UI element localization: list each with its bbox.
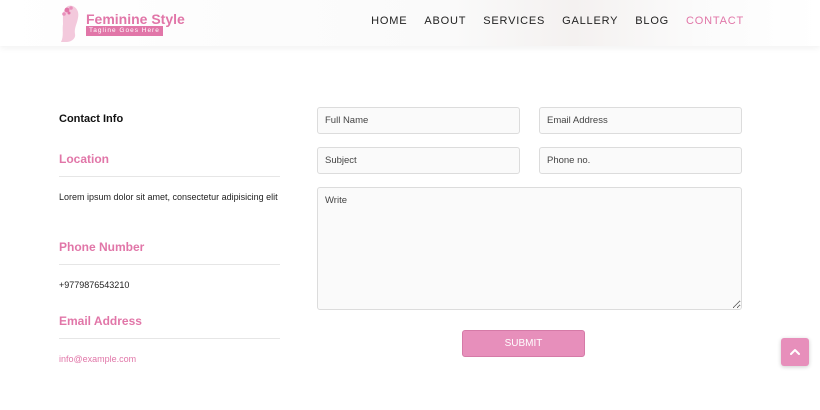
nav-item-blog[interactable]: BLOG xyxy=(635,15,669,27)
full-name-input[interactable] xyxy=(317,107,520,134)
submit-button[interactable]: SUBMIT xyxy=(462,330,585,357)
phone-heading: Phone Number xyxy=(59,240,280,265)
phone-input[interactable] xyxy=(539,147,742,174)
email-link[interactable]: info@example.com xyxy=(59,352,280,367)
brand-tagline: Tagline Goes Here xyxy=(86,26,163,36)
email-input[interactable] xyxy=(539,107,742,134)
nav-item-gallery[interactable]: GALLERY xyxy=(562,15,618,27)
location-heading: Location xyxy=(59,152,280,177)
back-to-top-button[interactable] xyxy=(781,338,809,366)
chevron-up-icon xyxy=(790,349,800,355)
main-nav: HOME ABOUT SERVICES GALLERY BLOG CONTACT xyxy=(354,15,744,27)
nav-item-home[interactable]: HOME xyxy=(371,15,407,27)
nav-item-contact[interactable]: CONTACT xyxy=(686,15,744,27)
brand-logo[interactable]: Feminine Style Tagline Goes Here xyxy=(58,2,188,42)
phone-text: +9779876543210 xyxy=(59,280,130,290)
email-heading: Email Address xyxy=(59,314,280,339)
message-textarea[interactable] xyxy=(317,187,742,310)
location-text: Lorem ipsum dolor sit amet, consectetur … xyxy=(59,192,278,202)
woman-silhouette-logo-icon xyxy=(61,5,79,42)
contact-info-title: Contact Info xyxy=(59,113,124,125)
nav-item-services[interactable]: SERVICES xyxy=(483,15,545,27)
site-header: Feminine Style Tagline Goes Here HOME AB… xyxy=(0,0,820,46)
nav-item-about[interactable]: ABOUT xyxy=(424,15,466,27)
brand-name: Feminine Style xyxy=(86,11,185,27)
subject-input[interactable] xyxy=(317,147,520,174)
